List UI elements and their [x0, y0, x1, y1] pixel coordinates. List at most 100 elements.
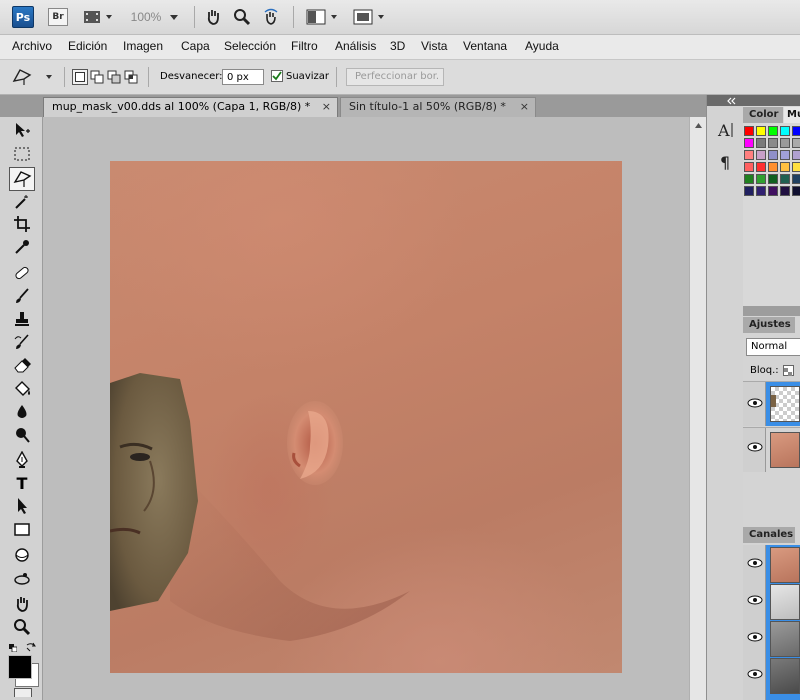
- background-layer-row[interactable]: [766, 428, 800, 472]
- zoom-tool-button[interactable]: [232, 7, 252, 27]
- color-swatch[interactable]: [768, 126, 778, 136]
- channel-blue-thumbnail[interactable]: [770, 658, 800, 694]
- layer-1-visibility[interactable]: [743, 382, 766, 426]
- color-swatch[interactable]: [780, 138, 790, 148]
- menu-analisis[interactable]: Análisis: [335, 39, 376, 53]
- foreground-color-swatch[interactable]: [8, 655, 32, 679]
- tab-mup-mask[interactable]: mup_mask_v00.dds al 100% (Capa 1, RGB/8)…: [43, 97, 338, 117]
- background-layer-visibility[interactable]: [743, 428, 766, 472]
- tab-swatches[interactable]: Mu: [784, 107, 800, 123]
- color-swatch[interactable]: [744, 138, 754, 148]
- type-tool[interactable]: T: [10, 473, 34, 493]
- color-swatch[interactable]: [744, 186, 754, 196]
- color-swatch[interactable]: [792, 174, 800, 184]
- color-swatch[interactable]: [744, 126, 754, 136]
- menu-edicion[interactable]: Edición: [68, 39, 107, 53]
- menu-filtro[interactable]: Filtro: [291, 39, 318, 53]
- menu-imagen[interactable]: Imagen: [123, 39, 163, 53]
- arrange-documents-dropdown[interactable]: [305, 8, 341, 26]
- color-swatch[interactable]: [768, 138, 778, 148]
- screen-mode-dropdown[interactable]: [352, 8, 388, 26]
- brush-tool[interactable]: [10, 286, 34, 306]
- 3d-orbit-tool[interactable]: [10, 569, 34, 589]
- move-tool[interactable]: [10, 120, 34, 140]
- color-swatch[interactable]: [792, 162, 800, 172]
- antialias-checkbox[interactable]: [271, 70, 283, 82]
- tab-sin-titulo[interactable]: Sin título-1 al 50% (RGB/8) * ×: [340, 97, 536, 117]
- layer-1-row-selected[interactable]: [766, 382, 800, 426]
- rotate-view-button[interactable]: [261, 7, 281, 27]
- eye-icon[interactable]: [747, 632, 763, 642]
- dock-header[interactable]: [707, 95, 743, 106]
- menu-archivo[interactable]: Archivo: [12, 39, 52, 53]
- clone-stamp-tool[interactable]: [10, 309, 34, 329]
- tool-preset-picker[interactable]: [10, 67, 60, 87]
- blend-mode-dropdown[interactable]: Normal: [746, 338, 800, 356]
- color-swatch[interactable]: [780, 150, 790, 160]
- menu-ventana[interactable]: Ventana: [463, 39, 507, 53]
- color-swatch[interactable]: [792, 126, 800, 136]
- color-swatch[interactable]: [744, 162, 754, 172]
- menu-capa[interactable]: Capa: [181, 39, 210, 53]
- zoom-tool[interactable]: [10, 617, 34, 637]
- healing-brush-tool[interactable]: [10, 263, 34, 283]
- lock-transparency-button[interactable]: [783, 365, 794, 376]
- eye-icon[interactable]: [747, 558, 763, 568]
- vertical-scrollbar[interactable]: [689, 117, 707, 700]
- dodge-tool[interactable]: [10, 425, 34, 445]
- path-selection-tool[interactable]: [10, 496, 34, 516]
- color-swatch[interactable]: [756, 150, 766, 160]
- menu-seleccion[interactable]: Selección: [224, 39, 276, 53]
- color-swatch[interactable]: [768, 150, 778, 160]
- color-swatch[interactable]: [768, 186, 778, 196]
- channel-rgb-thumbnail[interactable]: [770, 547, 800, 583]
- color-swatch[interactable]: [780, 186, 790, 196]
- subtract-from-selection-button[interactable]: [106, 69, 122, 85]
- character-panel-button[interactable]: A: [715, 119, 737, 141]
- 3d-rotate-tool[interactable]: [10, 545, 34, 565]
- paint-bucket-tool[interactable]: [10, 379, 34, 399]
- hand-tool-button[interactable]: [203, 7, 223, 27]
- close-icon[interactable]: ×: [322, 98, 331, 116]
- pen-tool[interactable]: [10, 450, 34, 470]
- marquee-tool[interactable]: [10, 144, 34, 164]
- color-swatch[interactable]: [756, 174, 766, 184]
- history-brush-tool[interactable]: [10, 332, 34, 352]
- close-icon[interactable]: ×: [520, 98, 529, 116]
- default-colors-button[interactable]: [9, 641, 18, 653]
- eyedropper-tool[interactable]: [10, 237, 34, 257]
- document-canvas[interactable]: [110, 161, 622, 673]
- eraser-tool[interactable]: [10, 355, 34, 375]
- video-launcher-button[interactable]: [82, 8, 114, 26]
- intersect-selection-button[interactable]: [123, 69, 139, 85]
- swap-colors-button[interactable]: [26, 641, 36, 652]
- color-swatch[interactable]: [756, 186, 766, 196]
- color-swatch[interactable]: [768, 174, 778, 184]
- color-swatch[interactable]: [756, 138, 766, 148]
- color-swatch[interactable]: [780, 174, 790, 184]
- color-swatch[interactable]: [792, 138, 800, 148]
- quick-mask-button[interactable]: [14, 688, 32, 697]
- add-to-selection-button[interactable]: [89, 69, 105, 85]
- color-swatch[interactable]: [756, 162, 766, 172]
- color-swatch[interactable]: [792, 150, 800, 160]
- hand-tool[interactable]: [10, 594, 34, 614]
- zoom-level-dropdown[interactable]: 100%: [128, 8, 184, 26]
- menu-vista[interactable]: Vista: [421, 39, 447, 53]
- tab-channels[interactable]: Canales: [743, 527, 795, 543]
- color-swatch[interactable]: [780, 162, 790, 172]
- refine-edge-button[interactable]: Perfeccionar bor.: [346, 68, 444, 86]
- menu-ayuda[interactable]: Ayuda: [525, 39, 559, 53]
- shape-tool[interactable]: [10, 519, 34, 539]
- scroll-up-arrow-icon[interactable]: [690, 119, 707, 133]
- color-swatch[interactable]: [756, 126, 766, 136]
- tab-color[interactable]: Color: [743, 107, 783, 123]
- color-swatch[interactable]: [768, 162, 778, 172]
- eye-icon[interactable]: [747, 669, 763, 679]
- bridge-button[interactable]: Br: [48, 8, 68, 26]
- paragraph-panel-button[interactable]: ¶: [715, 151, 737, 173]
- menu-3d[interactable]: 3D: [390, 39, 405, 53]
- crop-tool[interactable]: [10, 214, 34, 234]
- color-swatch[interactable]: [780, 126, 790, 136]
- color-swatch[interactable]: [744, 174, 754, 184]
